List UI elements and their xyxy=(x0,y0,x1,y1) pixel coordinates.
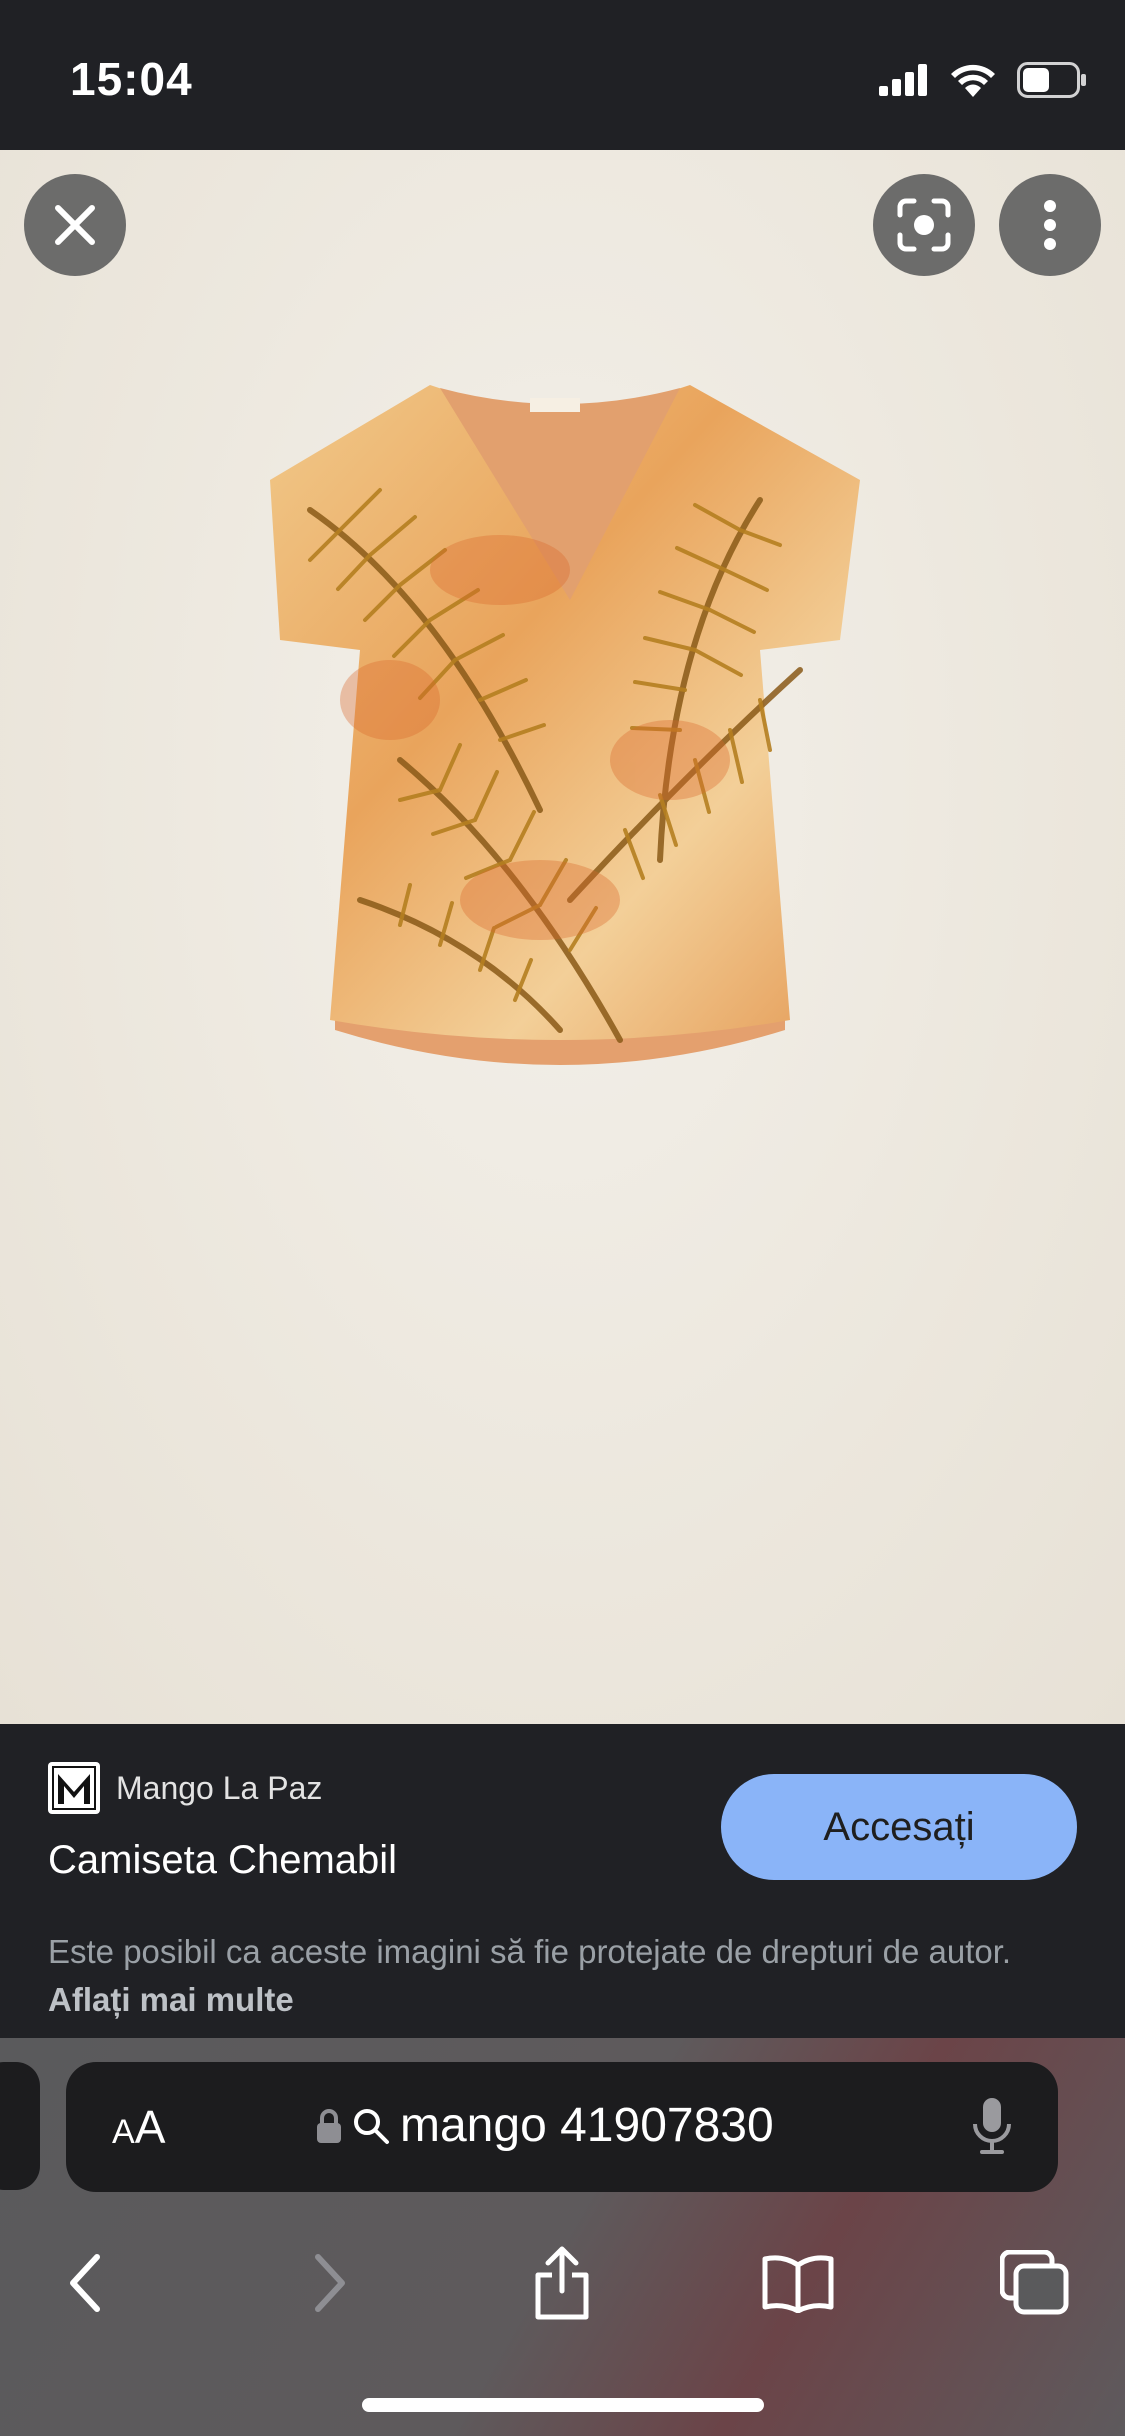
product-title[interactable]: Camiseta Chemabil xyxy=(48,1838,397,1883)
image-info-panel: Mango La Paz Camiseta Chemabil Accesați … xyxy=(0,1724,1125,2038)
status-icons xyxy=(879,62,1087,98)
voice-search-button[interactable] xyxy=(972,2096,1012,2161)
lens-icon xyxy=(897,198,951,252)
status-bar: 15:04 xyxy=(0,0,1125,150)
status-time: 15:04 xyxy=(70,53,193,105)
cellular-signal-icon xyxy=(879,64,927,96)
close-button[interactable] xyxy=(24,174,126,276)
copyright-notice: Este posibil ca aceste imagini să fie pr… xyxy=(48,1928,1088,2024)
url-text: mango 41907830 xyxy=(400,2099,774,2152)
source-logo xyxy=(48,1762,100,1814)
search-icon xyxy=(354,2108,389,2144)
reader-settings-button[interactable]: AA xyxy=(112,2100,165,2154)
home-indicator[interactable] xyxy=(362,2398,764,2412)
aa-large: A xyxy=(134,2101,166,2153)
mango-logo-icon xyxy=(52,1766,96,1810)
more-options-button[interactable] xyxy=(999,174,1101,276)
previous-tab-peek[interactable] xyxy=(0,2062,40,2190)
share-icon xyxy=(535,2246,589,2320)
visit-button[interactable]: Accesați xyxy=(721,1774,1077,1880)
lens-search-button[interactable] xyxy=(873,174,975,276)
address-bar[interactable]: AA mango 41907830 xyxy=(66,2062,1058,2192)
source-row[interactable]: Mango La Paz xyxy=(48,1762,322,1814)
product-image-blouse xyxy=(270,385,860,1065)
share-button[interactable] xyxy=(507,2228,617,2338)
wifi-icon xyxy=(951,64,995,97)
browser-bottom-bar: AA mango 41907830 xyxy=(0,2038,1125,2436)
tabs-button[interactable] xyxy=(980,2228,1090,2338)
more-vert-icon xyxy=(1044,200,1056,250)
image-viewer[interactable] xyxy=(0,150,1125,1724)
chevron-left-icon xyxy=(70,2254,100,2312)
microphone-icon xyxy=(973,2098,1011,2154)
browser-toolbar xyxy=(0,2228,1125,2388)
book-icon xyxy=(762,2255,834,2313)
copyright-text: Este posibil ca aceste imagini să fie pr… xyxy=(48,1933,1012,1970)
learn-more-link[interactable]: Aflați mai multe xyxy=(48,1981,294,2018)
source-name[interactable]: Mango La Paz xyxy=(116,1770,322,1807)
tabs-icon xyxy=(1000,2250,1069,2315)
back-button[interactable] xyxy=(30,2228,140,2338)
lock-icon xyxy=(317,2108,341,2143)
bookmarks-button[interactable] xyxy=(743,2228,853,2338)
battery-icon xyxy=(1017,62,1086,98)
chevron-right-icon xyxy=(315,2254,345,2312)
aa-small: A xyxy=(112,2113,135,2151)
close-icon xyxy=(55,205,95,245)
url-display[interactable]: mango 41907830 xyxy=(316,2098,774,2153)
forward-button[interactable] xyxy=(275,2228,385,2338)
